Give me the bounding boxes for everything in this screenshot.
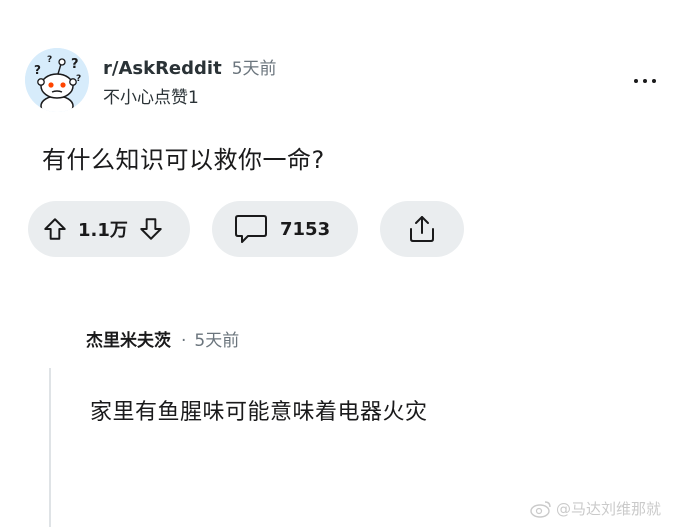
comment-separator: · [181,331,187,351]
vote-pill: 1.1万 [28,201,190,257]
svg-text:?: ? [47,55,52,65]
post-timestamp: 5天前 [231,59,277,79]
comment-header: 杰里米夫茨 · 5天前 [86,326,239,351]
snoo-confused-icon: ? ? ? ? [25,48,89,112]
vote-count: 1.1万 [78,220,128,241]
comment-timestamp: 5天前 [194,331,240,351]
subreddit-link[interactable]: r/AskReddit [103,58,222,79]
svg-text:?: ? [34,63,41,77]
post-meta: r/AskReddit 5天前 不小心点赞1 [103,54,277,108]
thread-line[interactable] [49,368,51,527]
comment-bubble-icon [234,213,268,245]
comment-body: 家里有鱼腥味可能意味着电器火灾 [90,400,428,425]
more-dot-icon [643,79,647,83]
arrow-up-icon[interactable] [42,216,68,242]
post-meta-row: r/AskReddit 5天前 [103,54,277,79]
post-subtitle: 不小心点赞1 [103,88,199,108]
post-header: ? ? ? ? r/AskReddit 5天前 不小心点赞1 [25,48,277,112]
watermark: @马达刘维那就 [530,498,661,519]
comments-button[interactable]: 7153 [212,201,358,257]
comment-count: 7153 [280,218,331,240]
share-button[interactable] [380,201,464,257]
more-options-button[interactable] [630,70,660,92]
weibo-icon [530,500,551,518]
post-title[interactable]: 有什么知识可以救你一命? [42,140,325,175]
share-icon [406,213,438,245]
svg-text:?: ? [76,74,81,84]
arrow-down-icon[interactable] [138,216,164,242]
watermark-text: @马达刘维那就 [556,500,662,518]
avatar[interactable]: ? ? ? ? [25,48,89,112]
more-dot-icon [634,79,638,83]
comment-author[interactable]: 杰里米夫茨 [86,326,171,351]
svg-text:?: ? [71,57,79,72]
more-dot-icon [652,79,656,83]
